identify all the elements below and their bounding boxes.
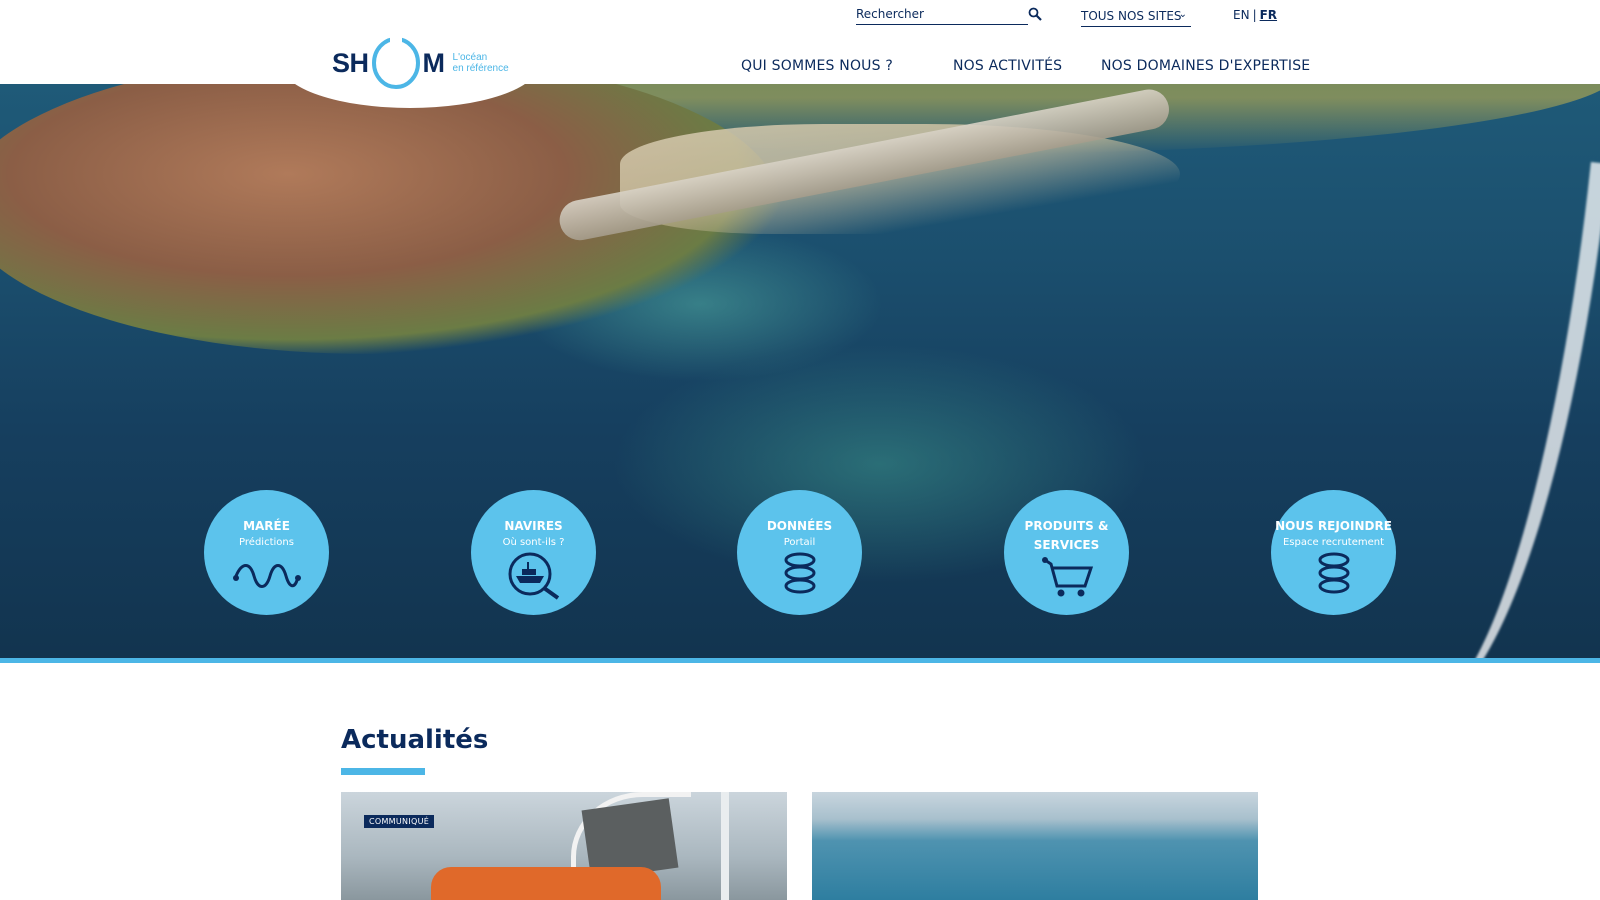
hero-boat-wake — [1391, 147, 1600, 658]
logo-word-right: M — [422, 47, 446, 78]
quicklink-maree-title: MARÉE — [243, 519, 290, 533]
quicklink-rejoindre-subtitle: Espace recrutement — [1282, 537, 1385, 548]
quicklink-donnees-title: DONNÉES — [766, 519, 833, 533]
lang-separator: | — [1252, 8, 1257, 22]
quicklink-produits-title-line2: SERVICES — [1033, 538, 1100, 552]
news-card-badge: COMMUNIQUÉ — [364, 815, 435, 828]
logo-tagline-line2: en référence — [452, 63, 509, 74]
cart-icon — [1041, 557, 1093, 597]
quicklink-nous-rejoindre[interactable]: NOUS REJOINDRE Espace recrutement — [1271, 490, 1396, 615]
quicklink-produits-title: PRODUITS & SERVICES — [1004, 517, 1129, 555]
ship-search-icon — [508, 552, 559, 600]
news-section-title: Actualités — [341, 725, 489, 755]
quicklink-navires-title: NAVIRES — [504, 519, 563, 533]
data-layers-icon — [784, 552, 815, 594]
news-card-1-boat — [431, 867, 661, 900]
search-icon[interactable] — [1028, 7, 1042, 21]
logo-tagline: L'océan en référence — [453, 52, 509, 74]
all-sites-label: TOUS NOS SITES — [1081, 9, 1182, 23]
nav-qui-sommes-nous[interactable]: QUI SOMMES NOUS ? — [741, 58, 893, 74]
quicklink-produits-title-line1: PRODUITS & — [1024, 519, 1109, 533]
search-field[interactable] — [856, 5, 1028, 25]
quicklink-donnees-subtitle: Portail — [783, 537, 816, 548]
quicklink-navires-subtitle: Où sont-ils ? — [502, 537, 565, 548]
quicklink-produits-services[interactable]: PRODUITS & SERVICES — [1004, 490, 1129, 615]
hero-banner: MARÉE Prédictions NAVIRES Où sont-ils ? … — [0, 84, 1600, 658]
shom-logo[interactable]: SH M L'océan en référence — [332, 34, 512, 92]
quicklink-maree[interactable]: MARÉE Prédictions — [204, 490, 329, 615]
tide-wave-icon — [232, 564, 301, 588]
logo-tagline-line1: L'océan — [452, 52, 488, 63]
nav-nos-domaines-expertise[interactable]: NOS DOMAINES D'EXPERTISE — [1101, 58, 1310, 74]
quicklink-navires[interactable]: NAVIRES Où sont-ils ? — [471, 490, 596, 615]
search-input[interactable] — [856, 5, 1016, 21]
logo-wordmark: SH M — [332, 35, 445, 91]
lang-en-link[interactable]: EN — [1233, 8, 1250, 22]
hero-divider — [0, 658, 1600, 663]
site-header: TOUS NOS SITES ⌄ EN|FR QUI SOMMES NOUS ?… — [0, 0, 1600, 84]
lang-fr-link[interactable]: FR — [1260, 8, 1277, 22]
quicklink-maree-subtitle: Prédictions — [239, 537, 294, 548]
all-sites-dropdown[interactable]: TOUS NOS SITES ⌄ — [1081, 9, 1191, 27]
news-card-2[interactable] — [812, 792, 1258, 900]
logo-word-left: SH — [332, 47, 369, 78]
language-switcher: EN | FR — [1233, 8, 1277, 22]
news-card-1-mast — [721, 792, 729, 900]
news-title-underline — [341, 768, 425, 775]
news-card-1[interactable]: COMMUNIQUÉ — [341, 792, 787, 900]
quicklink-donnees[interactable]: DONNÉES Portail — [737, 490, 862, 615]
data-layers-icon — [1318, 552, 1349, 594]
chevron-down-icon: ⌄ — [1178, 9, 1187, 20]
logo-ring-icon — [371, 35, 420, 89]
quicklink-rejoindre-title: NOUS REJOINDRE — [1275, 519, 1392, 533]
nav-nos-activites[interactable]: NOS ACTIVITÉS — [953, 58, 1062, 74]
